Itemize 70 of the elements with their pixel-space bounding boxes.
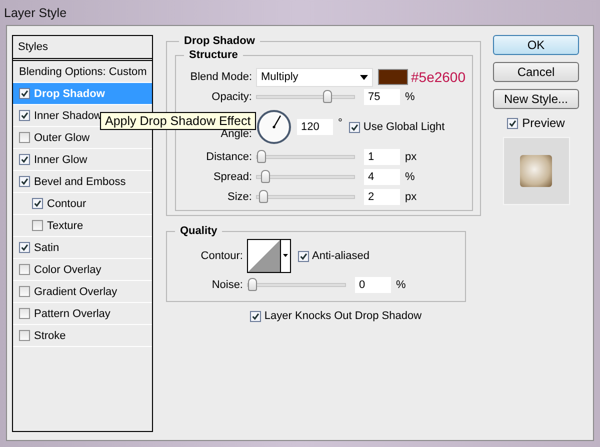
field-label: Opacity: bbox=[210, 91, 252, 103]
field-label: Contour: bbox=[200, 250, 243, 262]
style-item[interactable]: Texture bbox=[13, 215, 152, 237]
checkbox[interactable] bbox=[19, 264, 30, 275]
number-field[interactable]: 120 bbox=[297, 119, 333, 135]
checkbox[interactable] bbox=[19, 88, 30, 99]
checkbox[interactable] bbox=[19, 132, 30, 143]
number-field[interactable]: 75 bbox=[364, 89, 400, 105]
unit-label: % bbox=[396, 279, 406, 291]
checkbox[interactable] bbox=[298, 250, 309, 262]
angle-dial[interactable] bbox=[256, 109, 292, 145]
style-item[interactable]: Satin bbox=[13, 237, 152, 259]
checkbox[interactable] bbox=[19, 176, 30, 187]
unit-label: % bbox=[405, 91, 415, 103]
style-item[interactable]: Color Overlay bbox=[13, 259, 152, 281]
style-preview bbox=[502, 137, 570, 205]
style-item[interactable]: Bevel and Emboss bbox=[13, 171, 152, 193]
checkbox[interactable] bbox=[32, 220, 43, 231]
window-title: Layer Style bbox=[4, 6, 67, 20]
slider-thumb[interactable] bbox=[258, 190, 268, 203]
style-item[interactable]: Pattern Overlay bbox=[13, 303, 152, 325]
styles-header[interactable]: Styles bbox=[13, 36, 152, 61]
field-label: Spread: bbox=[212, 171, 252, 183]
field-label: Angle: bbox=[220, 128, 252, 140]
unit-label: px bbox=[405, 191, 417, 203]
dialog-button[interactable]: OK bbox=[493, 35, 579, 55]
caret-icon bbox=[360, 74, 368, 80]
checkbox[interactable] bbox=[19, 154, 30, 165]
checkbox-label: Anti-aliased bbox=[312, 250, 370, 262]
unit-label: px bbox=[405, 151, 417, 163]
checkbox[interactable] bbox=[250, 310, 262, 322]
field-label: Noise: bbox=[210, 279, 243, 291]
dialog-button[interactable]: New Style... bbox=[493, 89, 579, 109]
slider-thumb[interactable] bbox=[260, 170, 270, 183]
number-field[interactable]: 4 bbox=[364, 169, 400, 185]
color-swatch[interactable] bbox=[378, 69, 408, 85]
tooltip: Apply Drop Shadow Effect bbox=[100, 112, 256, 130]
dialog-button[interactable]: Cancel bbox=[493, 62, 579, 82]
style-item[interactable]: Contour bbox=[13, 193, 152, 215]
unit-label: % bbox=[405, 171, 415, 183]
checkbox[interactable] bbox=[19, 330, 30, 341]
checkbox[interactable] bbox=[32, 198, 43, 209]
unit-label: ° bbox=[338, 117, 342, 129]
number-field[interactable]: 0 bbox=[355, 277, 391, 293]
checkbox[interactable] bbox=[19, 242, 30, 253]
checkbox-label: Preview bbox=[522, 116, 565, 130]
style-item[interactable]: Stroke bbox=[13, 325, 152, 347]
checkbox[interactable] bbox=[349, 122, 360, 132]
style-item[interactable]: Gradient Overlay bbox=[13, 281, 152, 303]
blend-mode-dropdown[interactable]: Multiply bbox=[256, 68, 373, 86]
slider-thumb[interactable] bbox=[248, 278, 257, 291]
field-label: Size: bbox=[226, 191, 252, 203]
field-label: Distance: bbox=[205, 151, 252, 163]
group-title: Structure bbox=[188, 49, 239, 61]
slider-thumb[interactable] bbox=[257, 150, 266, 163]
group-title: Quality bbox=[179, 225, 218, 237]
contour-picker[interactable] bbox=[247, 239, 291, 273]
checkbox[interactable] bbox=[19, 308, 30, 319]
checkbox[interactable] bbox=[19, 110, 30, 121]
checkbox[interactable] bbox=[19, 286, 30, 297]
checkbox[interactable] bbox=[507, 118, 518, 128]
number-field[interactable]: 1 bbox=[364, 149, 400, 165]
number-field[interactable]: 2 bbox=[364, 189, 400, 205]
slider-thumb[interactable] bbox=[323, 90, 332, 103]
group-title: Drop Shadow bbox=[183, 35, 256, 47]
checkbox-label: Use Global Light bbox=[363, 121, 445, 133]
style-item[interactable]: Inner Glow bbox=[13, 149, 152, 171]
color-annotation: #5e2600 bbox=[411, 69, 466, 85]
field-label: Blend Mode: bbox=[189, 71, 252, 83]
checkbox-label: Layer Knocks Out Drop Shadow bbox=[264, 310, 422, 322]
